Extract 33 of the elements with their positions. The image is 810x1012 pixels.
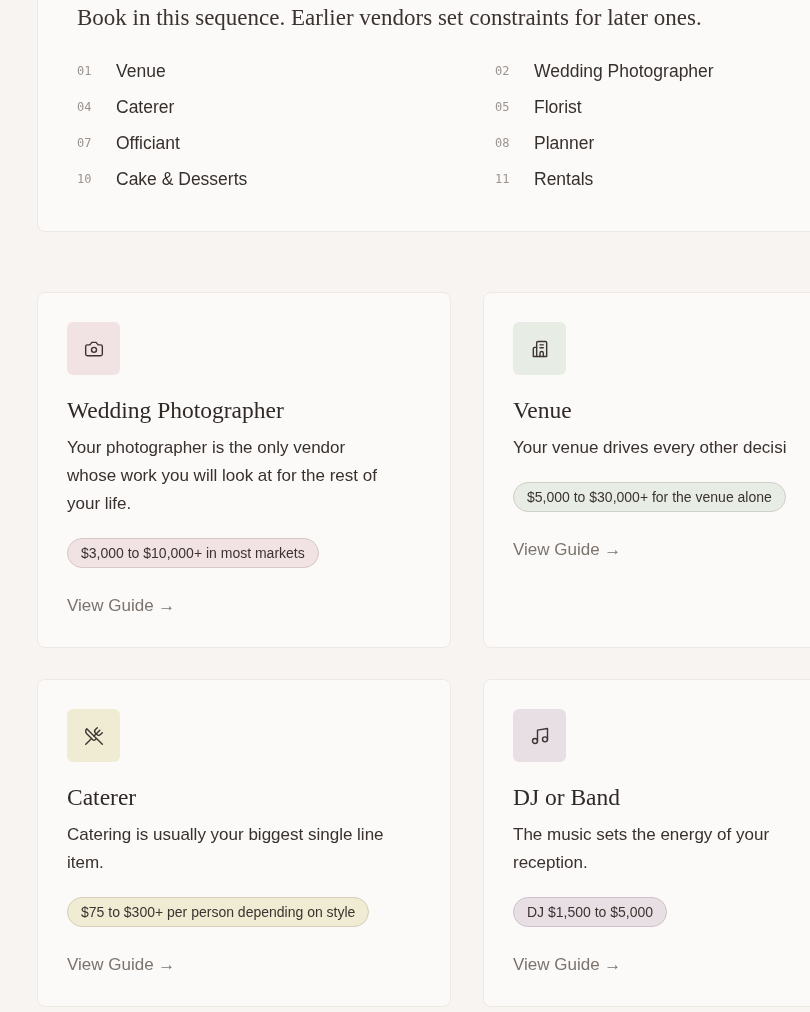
step-number: 11 xyxy=(495,172,511,186)
vendor-name: Caterer xyxy=(116,96,175,118)
step-number: 04 xyxy=(77,100,93,114)
vendor-description: Your photographer is the only vendor whose work you will look at for the rest of your life. xyxy=(67,437,378,515)
view-guide-link[interactable]: View Guide → xyxy=(67,953,176,977)
step-number: 02 xyxy=(495,64,511,78)
price-range-tag: $3,000 to $10,000+ in most markets xyxy=(67,538,319,568)
intro-text: Book in this sequence. Earlier vendors set constraints for later ones. xyxy=(77,4,703,32)
price-range-tag: $75 to $300+ per person depending on style xyxy=(67,897,370,927)
step-number: 08 xyxy=(495,136,511,150)
vendor-title: Caterer xyxy=(67,783,137,812)
price-range-tag: DJ $1,500 to $5,000 xyxy=(513,897,668,927)
view-guide-link[interactable]: View Guide → xyxy=(67,594,176,618)
vendor-description: The music sets the energy of your reception. xyxy=(513,824,771,874)
vendor-title: Venue xyxy=(513,396,572,425)
view-guide-link[interactable]: View Guide → xyxy=(513,953,622,977)
step-number: 01 xyxy=(77,64,93,78)
view-guide-link[interactable]: View Guide → xyxy=(513,538,622,562)
step-number: 05 xyxy=(495,100,511,114)
vendor-name: Rentals xyxy=(534,168,594,190)
price-range-tag: $5,000 to $30,000+ for the venue alone xyxy=(513,482,786,512)
vendor-description: Catering is usually your biggest single line item. xyxy=(67,824,385,874)
vendor-name: Venue xyxy=(116,60,166,82)
vendor-name: Florist xyxy=(534,96,582,118)
step-number: 10 xyxy=(77,172,93,186)
vendor-title: Wedding Photographer xyxy=(67,396,284,425)
vendor-name: Planner xyxy=(534,132,595,154)
vendor-title: DJ or Band xyxy=(513,783,621,812)
vendor-description: Your venue drives every other decisi xyxy=(513,437,787,459)
vendor-name: Officiant xyxy=(116,132,180,154)
vendor-name: Wedding Photographer xyxy=(534,60,714,82)
step-number: 07 xyxy=(77,136,93,150)
vendor-name: Cake & Desserts xyxy=(116,168,248,190)
